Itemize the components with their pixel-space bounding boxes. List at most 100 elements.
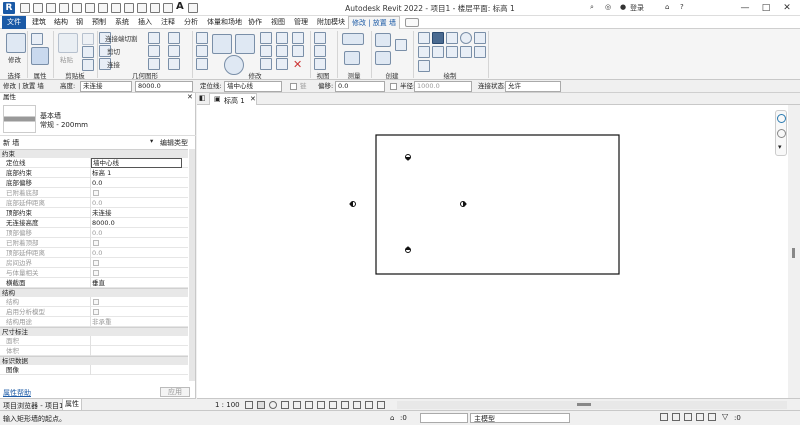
properties-scrollbar[interactable]: [189, 149, 195, 381]
steering-wheel-icon[interactable]: [777, 114, 786, 123]
dimension-tool-icon[interactable]: [344, 51, 360, 65]
view-tab-close-icon[interactable]: ✕: [250, 95, 256, 103]
property-value[interactable]: 墙中心线: [91, 158, 182, 168]
array-icon[interactable]: [260, 58, 272, 70]
canvas-horizontal-scrollbar[interactable]: [397, 401, 787, 409]
switch-windows-icon[interactable]: [188, 3, 198, 13]
save-icon[interactable]: [33, 3, 43, 13]
visual-style-icon[interactable]: [257, 401, 265, 409]
align-big-icon[interactable]: [212, 34, 232, 54]
join-edge-icon[interactable]: [168, 45, 180, 57]
arc-start-end-icon[interactable]: [418, 46, 430, 58]
select-underlay-icon[interactable]: [672, 413, 680, 421]
offset-icon[interactable]: [196, 45, 208, 57]
property-row[interactable]: 体积: [0, 346, 188, 356]
tab-systems[interactable]: 系统: [112, 16, 132, 29]
radius-field[interactable]: 1000.0: [414, 81, 472, 92]
canvas-vertical-scrollbar[interactable]: [788, 105, 800, 398]
property-checkbox[interactable]: [93, 240, 99, 246]
property-value[interactable]: 0.0: [92, 198, 102, 208]
tab-file[interactable]: 文件: [2, 16, 26, 29]
search-icon[interactable]: ⌕: [590, 3, 594, 12]
property-row[interactable]: 定位线 墙中心线: [0, 158, 188, 168]
property-row[interactable]: 底部偏移 0.0: [0, 178, 188, 188]
align-icon[interactable]: [196, 32, 208, 44]
trim-icon[interactable]: [235, 34, 255, 54]
cut-icon[interactable]: [82, 46, 94, 58]
height-mode-select[interactable]: 未连接: [80, 81, 132, 92]
scale-icon[interactable]: [276, 45, 288, 57]
property-row[interactable]: 图像: [0, 365, 188, 375]
crop-view-icon[interactable]: [293, 401, 301, 409]
sun-path-icon[interactable]: [269, 401, 277, 409]
join-status-select[interactable]: 允许: [505, 81, 561, 92]
section-icon[interactable]: [150, 3, 160, 13]
thin-lines-icon[interactable]: [163, 3, 173, 13]
view-scale[interactable]: 1 : 100: [215, 401, 240, 409]
reveal-hidden-icon[interactable]: [341, 401, 349, 409]
temporary-hide-icon[interactable]: [329, 401, 337, 409]
print-icon[interactable]: [85, 3, 95, 13]
design-option-select[interactable]: [420, 413, 468, 423]
radius-checkbox[interactable]: [390, 83, 397, 90]
measure-distance-icon[interactable]: [342, 33, 364, 45]
chevron-down-icon[interactable]: ▾: [778, 143, 782, 151]
minimize-button[interactable]: —: [735, 2, 755, 14]
drawing-canvas[interactable]: ▾: [197, 105, 788, 398]
properties-help-link[interactable]: 属性帮助: [3, 388, 31, 398]
copy-element-icon[interactable]: [260, 45, 272, 57]
elevation-marker-east[interactable]: [460, 201, 468, 207]
property-checkbox[interactable]: [93, 270, 99, 276]
redo-icon[interactable]: [72, 3, 82, 13]
scroll-thumb[interactable]: [577, 403, 591, 406]
cut-join-button[interactable]: 连接端切割: [105, 33, 138, 43]
polygon-inscribed-icon[interactable]: [474, 32, 486, 44]
section-identity[interactable]: 标识数据: [0, 356, 188, 365]
section-structure[interactable]: 结构: [0, 288, 188, 297]
tab-collaborate[interactable]: 协作: [245, 16, 265, 29]
detail-level-icon[interactable]: [245, 401, 253, 409]
undo-icon[interactable]: [59, 3, 69, 13]
property-row[interactable]: 结构用途 非承重: [0, 317, 188, 327]
analytical-model-icon[interactable]: [365, 401, 373, 409]
property-checkbox[interactable]: [93, 260, 99, 266]
edit-type-button[interactable]: 编辑类型: [160, 138, 188, 148]
property-value[interactable]: 8000.0: [92, 218, 115, 228]
properties-close-button[interactable]: ✕: [187, 93, 193, 101]
property-row[interactable]: 无连接高度 8000.0: [0, 218, 188, 228]
height-value-field[interactable]: 8000.0: [135, 81, 193, 92]
tab-view[interactable]: 视图: [268, 16, 288, 29]
zoom-icon[interactable]: [777, 129, 786, 138]
elevation-marker-west[interactable]: [349, 201, 356, 207]
beam-join-icon[interactable]: [168, 58, 180, 70]
type-properties-icon[interactable]: [31, 33, 43, 45]
tab-annotate[interactable]: 注释: [158, 16, 178, 29]
cut-button[interactable]: 剪切: [107, 46, 120, 56]
show-crop-icon[interactable]: [305, 401, 313, 409]
filter-icon[interactable]: ▽: [722, 412, 728, 421]
chevron-down-icon[interactable]: ▾: [150, 137, 153, 145]
mirror-pick-icon[interactable]: [196, 58, 208, 70]
property-row[interactable]: 面积: [0, 336, 188, 346]
sync-icon[interactable]: [46, 3, 56, 13]
hide-element-icon[interactable]: [314, 45, 326, 57]
help-icon[interactable]: ?: [680, 3, 684, 11]
property-checkbox[interactable]: [93, 190, 99, 196]
split-icon[interactable]: [260, 32, 272, 44]
3d-view-icon[interactable]: [137, 3, 147, 13]
property-row[interactable]: 顶部偏移 0.0: [0, 228, 188, 238]
split-gap-icon[interactable]: [292, 32, 304, 44]
circle-icon[interactable]: [460, 32, 472, 44]
polygon-icon[interactable]: [446, 32, 458, 44]
property-row[interactable]: 顶部约束 未连接: [0, 208, 188, 218]
sign-in[interactable]: 登录: [630, 3, 644, 13]
active-model-select[interactable]: 主模型: [470, 413, 570, 423]
modify-button[interactable]: 修改: [8, 54, 21, 64]
paste-button[interactable]: 粘贴: [60, 54, 73, 64]
tag-icon[interactable]: [124, 3, 134, 13]
section-constraints[interactable]: 约束: [0, 149, 188, 158]
select-by-face-icon[interactable]: [696, 413, 704, 421]
tab-manage[interactable]: 管理: [291, 16, 311, 29]
pick-lines-icon[interactable]: [474, 46, 486, 58]
tab-addins[interactable]: 附加模块: [314, 16, 348, 29]
